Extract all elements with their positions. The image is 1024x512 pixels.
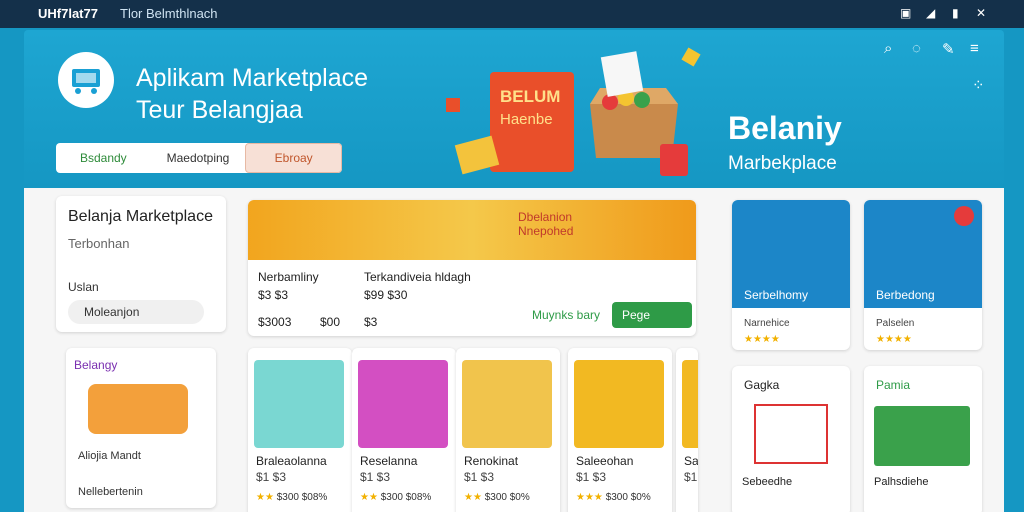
left-card-label: Uslan (68, 280, 99, 294)
product-image (254, 360, 344, 448)
product-card[interactable]: Sa $1 (676, 348, 698, 512)
promo-banner (248, 200, 696, 260)
small-card[interactable]: Belangy Aliojia Mandt Nellebertenin (66, 348, 216, 508)
close-icon[interactable]: ✕ (976, 6, 986, 20)
product-rating: ★★★ $300 $0% (576, 492, 651, 503)
product-rating: ★★ $300 $08% (256, 492, 328, 503)
product-image (682, 360, 698, 448)
right-card-2-title: Pamia (876, 378, 911, 392)
badge-icon[interactable] (954, 206, 974, 226)
hero-title: Aplikam Marketplace Teur Belangjaa (136, 64, 369, 124)
promo-col2-title: Terkandiveia hldagh (364, 270, 471, 284)
promo-col1-price: $3 $3 (258, 288, 289, 302)
cart-image (754, 404, 828, 464)
left-card-title: Belanja Marketplace (68, 208, 213, 225)
hero-illustration: BELUM Haenbe (446, 47, 701, 176)
product-card[interactable]: Braleaolanna $1 $3 ★★ $300 $08% (248, 348, 352, 512)
left-card[interactable]: Belanja Marketplace Terbonhan Uslan Mole… (56, 196, 226, 332)
small-card-row2: Nellebertenin (78, 486, 143, 498)
battery-icon: ▮ (952, 6, 959, 20)
right-card-rating: ★★★★ (744, 334, 780, 345)
product-price: $1 $3 (464, 470, 495, 484)
cart-logo-icon (58, 52, 114, 108)
right-card-rating: ★★★★ (876, 334, 912, 345)
product-price: $1 $3 (256, 470, 287, 484)
small-card-badge: Belangy (74, 358, 118, 372)
right-card-sub: Narnehice (744, 318, 790, 329)
promo-col1-rating: $3003 (258, 315, 292, 329)
small-card-image (88, 384, 188, 434)
right-card-label: Serbelhomy (744, 288, 809, 302)
right-card-2-title: Gagka (744, 378, 780, 392)
right-card-2[interactable]: Gagka Sebeedhe (732, 366, 850, 512)
promo-link[interactable]: Muynks bary (532, 308, 600, 322)
product-image (358, 360, 448, 448)
left-card-button[interactable]: Moleanjon (68, 300, 204, 324)
right-card[interactable]: Serbelhomy Narnehice ★★★★ (732, 200, 850, 350)
right-card-2[interactable]: Pamia Palhsdiehe (864, 366, 982, 512)
product-card[interactable]: Renokinat $1 $3 ★★ $300 $0% (456, 348, 560, 512)
promo-banner-text: Dbelanion Nnepohed (518, 210, 574, 238)
product-card[interactable]: Saleeohan $1 $3 ★★★ $300 $0% (568, 348, 672, 512)
hero-tabs: Bsdandy Maedotping Ebroay (56, 143, 342, 173)
right-card-sub: Palselen (876, 318, 915, 329)
edit-icon[interactable]: ✎ (942, 40, 955, 58)
product-name: Braleaolanna (256, 454, 327, 468)
product-price: $1 (684, 470, 698, 484)
search-icon[interactable]: ⌕ (884, 40, 892, 57)
svg-text:Haenbe: Haenbe (500, 111, 553, 128)
product-price: $1 $3 (360, 470, 391, 484)
product-name: Saleeohan (576, 454, 634, 468)
right-card[interactable]: Berbedong Palselen ★★★★ (864, 200, 982, 350)
tab-3[interactable]: Ebroay (245, 143, 342, 173)
product-card[interactable]: Reselanna $1 $3 ★★ $300 $08% (352, 348, 456, 512)
food-image (874, 406, 970, 466)
product-name: Renokinat (464, 454, 519, 468)
product-name: Reselanna (360, 454, 418, 468)
product-rating: ★★ $300 $0% (464, 492, 530, 503)
product-image (574, 360, 664, 448)
right-card-2-name: Sebeedhe (742, 476, 793, 488)
promo-col1-title: Nerbamliny (258, 270, 319, 284)
promo-col1-extra: $00 (320, 315, 341, 329)
menu-icon[interactable]: ≡ (970, 40, 979, 57)
signal-icon: ◢ (926, 6, 936, 20)
product-price: $1 $3 (576, 470, 607, 484)
tab-2[interactable]: Maedotping (151, 143, 246, 173)
more-icon[interactable]: ⁘ (972, 76, 985, 94)
product-name: Sa (684, 454, 698, 468)
app-title: UHf7lat77 (38, 6, 98, 21)
hero-right-text: Belaniy Marbekplace (728, 110, 842, 174)
product-image (462, 360, 552, 448)
tab-1[interactable]: Bsdandy (56, 143, 151, 173)
product-rating: ★★ $300 $08% (360, 492, 432, 503)
promo-col2-rating: $3 (364, 315, 378, 329)
left-card-sub: Terbonhan (68, 236, 130, 251)
chat-icon[interactable]: ◌ (912, 40, 921, 57)
small-card-row1: Aliojia Mandt (78, 450, 141, 462)
title-bar: UHf7lat77 Tlor Belmthlnach ▣ ◢ ▮ ✕ (0, 0, 1024, 28)
promo-button[interactable]: Pege (612, 302, 692, 328)
promo-col2-price: $99 $30 (364, 288, 408, 302)
window-subtitle: Tlor Belmthlnach (120, 6, 218, 21)
right-card-2-name: Palhsdiehe (874, 476, 929, 488)
screen-icon[interactable]: ▣ (900, 6, 911, 20)
right-card-label: Berbedong (876, 288, 935, 302)
svg-text:BELUM: BELUM (500, 87, 560, 106)
